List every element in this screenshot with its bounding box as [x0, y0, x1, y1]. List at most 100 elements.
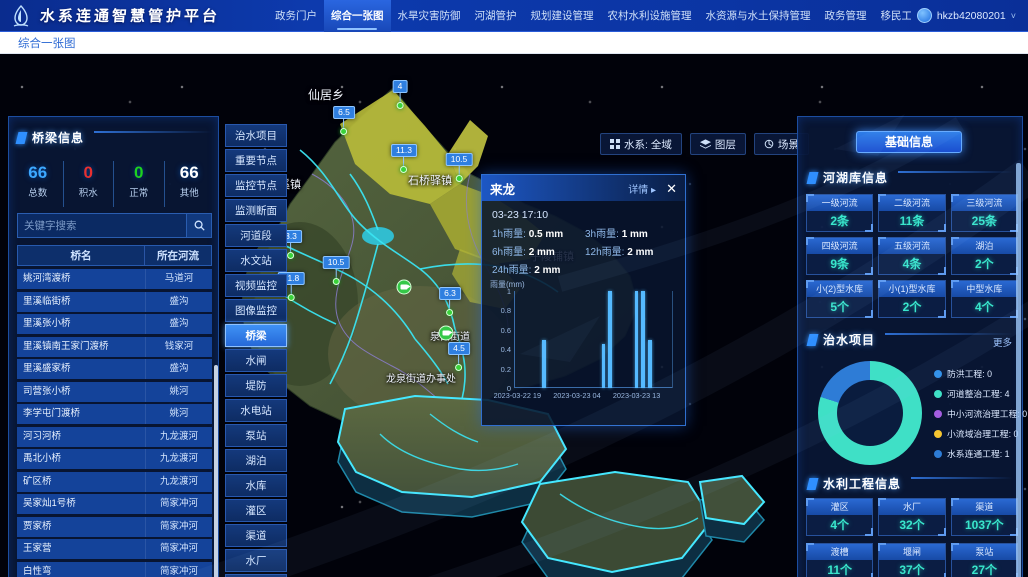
nav-tab-1[interactable]: 政务门户: [268, 0, 324, 32]
river-stat-card: 小(2)型水库5个: [806, 280, 873, 318]
layer-menu-item-14[interactable]: 湖泊: [225, 449, 287, 472]
layer-menu-item-15[interactable]: 水库: [225, 474, 287, 497]
legend-dot-icon: [934, 370, 942, 378]
popup-timestamp: 03-23 17:10: [492, 209, 548, 221]
river-cell: 简家冲河: [146, 539, 212, 559]
river-cards-row: 四级河流9条五级河流4条湖泊2个: [806, 237, 1018, 275]
card-label: 二级河流: [879, 195, 944, 211]
popup-detail-link[interactable]: 详情 ▸: [628, 181, 656, 196]
layer-menu-item-16[interactable]: 灌区: [225, 499, 287, 522]
table-body: 姚河湾渡桥马道河里溪临街桥盛沟里溪张小桥盛沟里溪镇南王家门渡桥钱家河里溪盛家桥盛…: [17, 269, 212, 577]
nav-tab-2[interactable]: 综合一张图: [324, 0, 391, 32]
breadcrumb[interactable]: 综合一张图: [18, 35, 76, 51]
close-icon[interactable]: ✕: [666, 182, 677, 195]
layer-menu-item-17[interactable]: 渠道: [225, 524, 287, 547]
popup-header: 来龙 详情 ▸ ✕: [482, 175, 685, 201]
table-row[interactable]: 里溪张小桥盛沟: [17, 314, 212, 334]
panel-scrollbar[interactable]: [1016, 163, 1021, 577]
table-row[interactable]: 河习河桥九龙渡河: [17, 427, 212, 447]
nav-tab-9[interactable]: 移民工作管理: [874, 0, 911, 32]
nav-tab-4[interactable]: 河湖管护: [468, 0, 524, 32]
map-button-2[interactable]: 图层: [690, 133, 746, 155]
camera-marker-icon[interactable]: [439, 326, 454, 341]
station-marker[interactable]: 10.5: [446, 153, 473, 182]
table-row[interactable]: 禹北小桥九龙渡河: [17, 449, 212, 469]
layer-menu-item-18[interactable]: 水厂: [225, 549, 287, 572]
card-value: 2个: [879, 297, 944, 317]
nav-tab-7[interactable]: 水资源与水土保持管理: [699, 0, 818, 32]
bridge-name-cell: 里溪临街桥: [17, 292, 146, 312]
station-marker[interactable]: 10.5: [323, 256, 350, 285]
table-row[interactable]: 王家营简家冲河: [17, 539, 212, 559]
grid-icon: [610, 139, 620, 149]
y-tick-label: 0.4: [490, 345, 511, 354]
legend-text: 防洪工程: 0: [947, 367, 992, 380]
map-toolbar: 水系: 全域图层场景: [600, 133, 809, 155]
bridge-name-cell: 禹北小桥: [17, 449, 146, 469]
bridge-name-cell: 矿区桥: [17, 472, 146, 492]
card-value: 2条: [807, 211, 872, 231]
station-marker[interactable]: 4: [393, 80, 408, 109]
layer-menu-item-7[interactable]: 视频监控: [225, 274, 287, 297]
table-row[interactable]: 白性弯简家冲河: [17, 562, 212, 577]
user-avatar: [917, 8, 932, 23]
station-marker[interactable]: 6.3: [439, 287, 461, 316]
station-marker[interactable]: 11.3: [391, 144, 417, 173]
top-nav: 水系连通智慧管护平台 政务门户综合一张图水旱灾害防御河湖管护规划建设管理农村水利…: [0, 0, 1028, 32]
rain-value: 3h雨量: 1 mm: [585, 225, 678, 243]
map-button-1[interactable]: 水系: 全域: [600, 133, 682, 155]
bridge-name-cell: 姚河湾渡桥: [17, 269, 146, 289]
station-marker[interactable]: 4.5: [448, 342, 470, 371]
search-bar: [17, 213, 212, 238]
more-link[interactable]: 更多: [993, 335, 1012, 349]
table-header: 桥名 所在河流: [17, 245, 212, 266]
legend-dot-icon: [934, 450, 942, 458]
table-row[interactable]: 李学屯门渡桥姚河: [17, 404, 212, 424]
nav-tab-6[interactable]: 农村水利设施管理: [601, 0, 699, 32]
layer-menu-item-12[interactable]: 水电站: [225, 399, 287, 422]
app-logo-icon: [8, 3, 34, 29]
rain-value: 1h雨量: 0.5 mm: [492, 225, 585, 243]
table-row[interactable]: 里溪盛家桥盛沟: [17, 359, 212, 379]
section-divider: [898, 171, 1013, 173]
basic-info-tab[interactable]: 基础信息: [856, 131, 962, 153]
layer-menu-item-8[interactable]: 图像监控: [225, 299, 287, 322]
table-row[interactable]: 里溪镇南王家门渡桥钱家河: [17, 337, 212, 357]
river-cell: 盛沟: [146, 359, 212, 379]
river-cell: 姚河: [146, 382, 212, 402]
marker-stem: [343, 119, 344, 128]
layer-menu-item-11[interactable]: 堤防: [225, 374, 287, 397]
layer-menu-item-9[interactable]: 桥梁: [225, 324, 287, 347]
layer-menu-item-13[interactable]: 泵站: [225, 424, 287, 447]
stat-label: 积水: [64, 185, 114, 199]
nav-tab-5[interactable]: 规划建设管理: [524, 0, 601, 32]
nav-tab-3[interactable]: 水旱灾害防御: [391, 0, 468, 32]
table-row[interactable]: 吴家灿1号桥简家冲河: [17, 494, 212, 514]
nav-tab-8[interactable]: 政务管理: [818, 0, 874, 32]
table-row[interactable]: 姚河湾渡桥马道河: [17, 269, 212, 289]
layer-menu-item-10[interactable]: 水闸: [225, 349, 287, 372]
layer-menu-item-6[interactable]: 水文站: [225, 249, 287, 272]
layer-menu-item-3[interactable]: 监控节点: [225, 174, 287, 197]
card-label: 灌区: [807, 499, 872, 515]
table-row[interactable]: 司营张小桥姚河: [17, 382, 212, 402]
card-label: 水厂: [879, 499, 944, 515]
table-row[interactable]: 里溪临街桥盛沟: [17, 292, 212, 312]
search-input[interactable]: [17, 213, 186, 238]
bridge-table: 桥名 所在河流 姚河湾渡桥马道河里溪临街桥盛沟里溪张小桥盛沟里溪镇南王家门渡桥钱…: [17, 245, 212, 577]
layer-menu-item-4[interactable]: 监测断面: [225, 199, 287, 222]
layer-menu-item-1[interactable]: 治水项目: [225, 124, 287, 147]
layer-menu-item-2[interactable]: 重要节点: [225, 149, 287, 172]
search-button[interactable]: [186, 213, 212, 238]
river-cell: 九龙渡河: [146, 427, 212, 447]
table-row[interactable]: 贾家桥简家冲河: [17, 517, 212, 537]
station-dot-icon: [340, 128, 347, 135]
station-marker[interactable]: 6.5: [333, 106, 355, 135]
col-bridge-name: 桥名: [18, 246, 145, 265]
marker-stem: [458, 355, 459, 364]
layer-menu-item-5[interactable]: 河道段: [225, 224, 287, 247]
table-vertical-scrollbar[interactable]: [214, 365, 218, 577]
table-row[interactable]: 矿区桥九龙渡河: [17, 472, 212, 492]
camera-marker-icon[interactable]: [397, 280, 412, 295]
user-menu[interactable]: hkzb42080201 ˅: [917, 8, 1016, 23]
